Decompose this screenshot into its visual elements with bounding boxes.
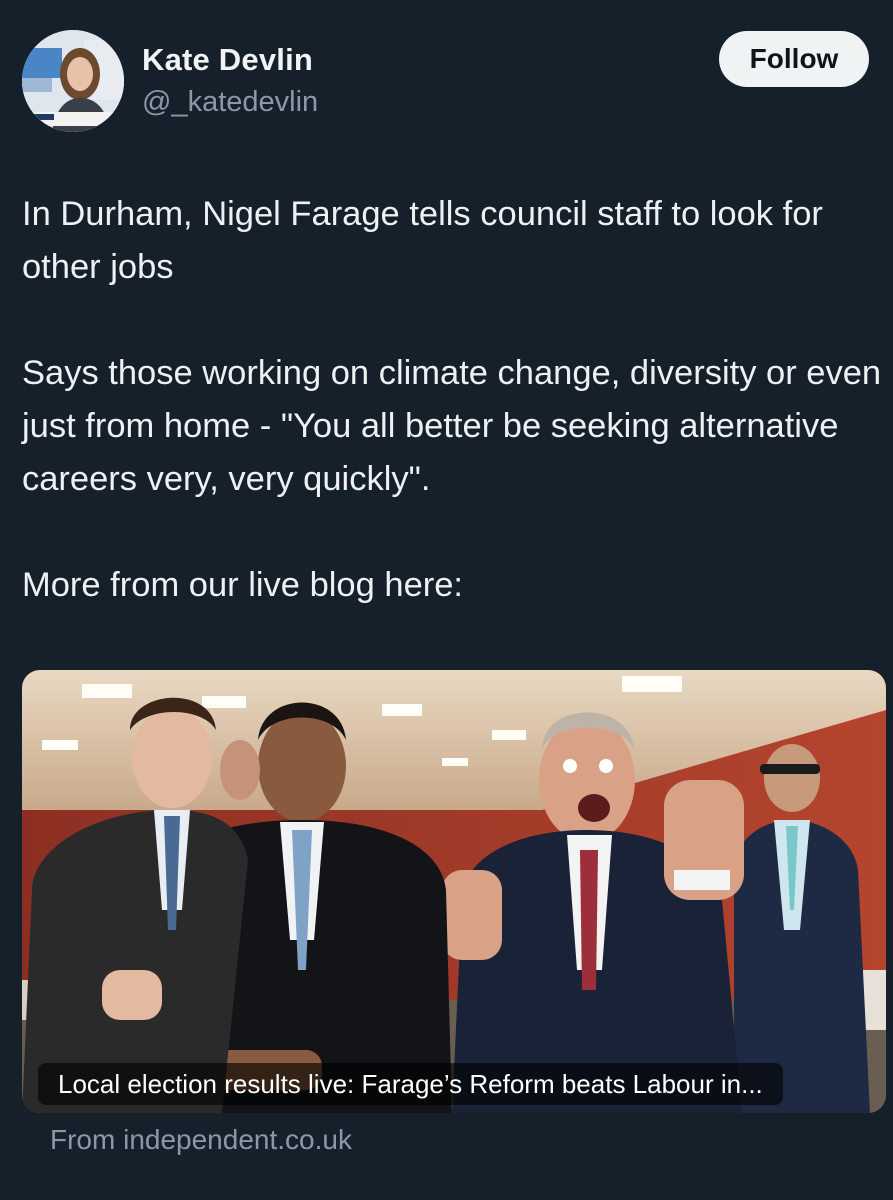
link-card[interactable]: Local election results live: Farage’s Re… bbox=[22, 670, 886, 1113]
tweet-paragraph: Says those working on climate change, di… bbox=[22, 354, 882, 498]
tweet-text: In Durham, Nigel Farage tells council st… bbox=[22, 188, 882, 612]
tweet-paragraph: More from our live blog here: bbox=[22, 566, 464, 604]
link-card-title[interactable]: Local election results live: Farage’s Re… bbox=[38, 1063, 783, 1105]
tweet-view: Kate Devlin @_katedevlin Follow In Durha… bbox=[0, 0, 893, 1200]
avatar[interactable] bbox=[22, 30, 124, 132]
author-handle[interactable]: @_katedevlin bbox=[142, 86, 318, 119]
link-source[interactable]: From independent.co.uk bbox=[50, 1124, 352, 1156]
tweet-paragraph: In Durham, Nigel Farage tells council st… bbox=[22, 195, 823, 286]
tweet-header: Kate Devlin @_katedevlin Follow bbox=[22, 30, 871, 132]
avatar-image bbox=[22, 30, 124, 132]
author-name[interactable]: Kate Devlin bbox=[142, 42, 313, 78]
follow-button[interactable]: Follow bbox=[719, 31, 869, 87]
link-card-photo bbox=[22, 670, 886, 1113]
